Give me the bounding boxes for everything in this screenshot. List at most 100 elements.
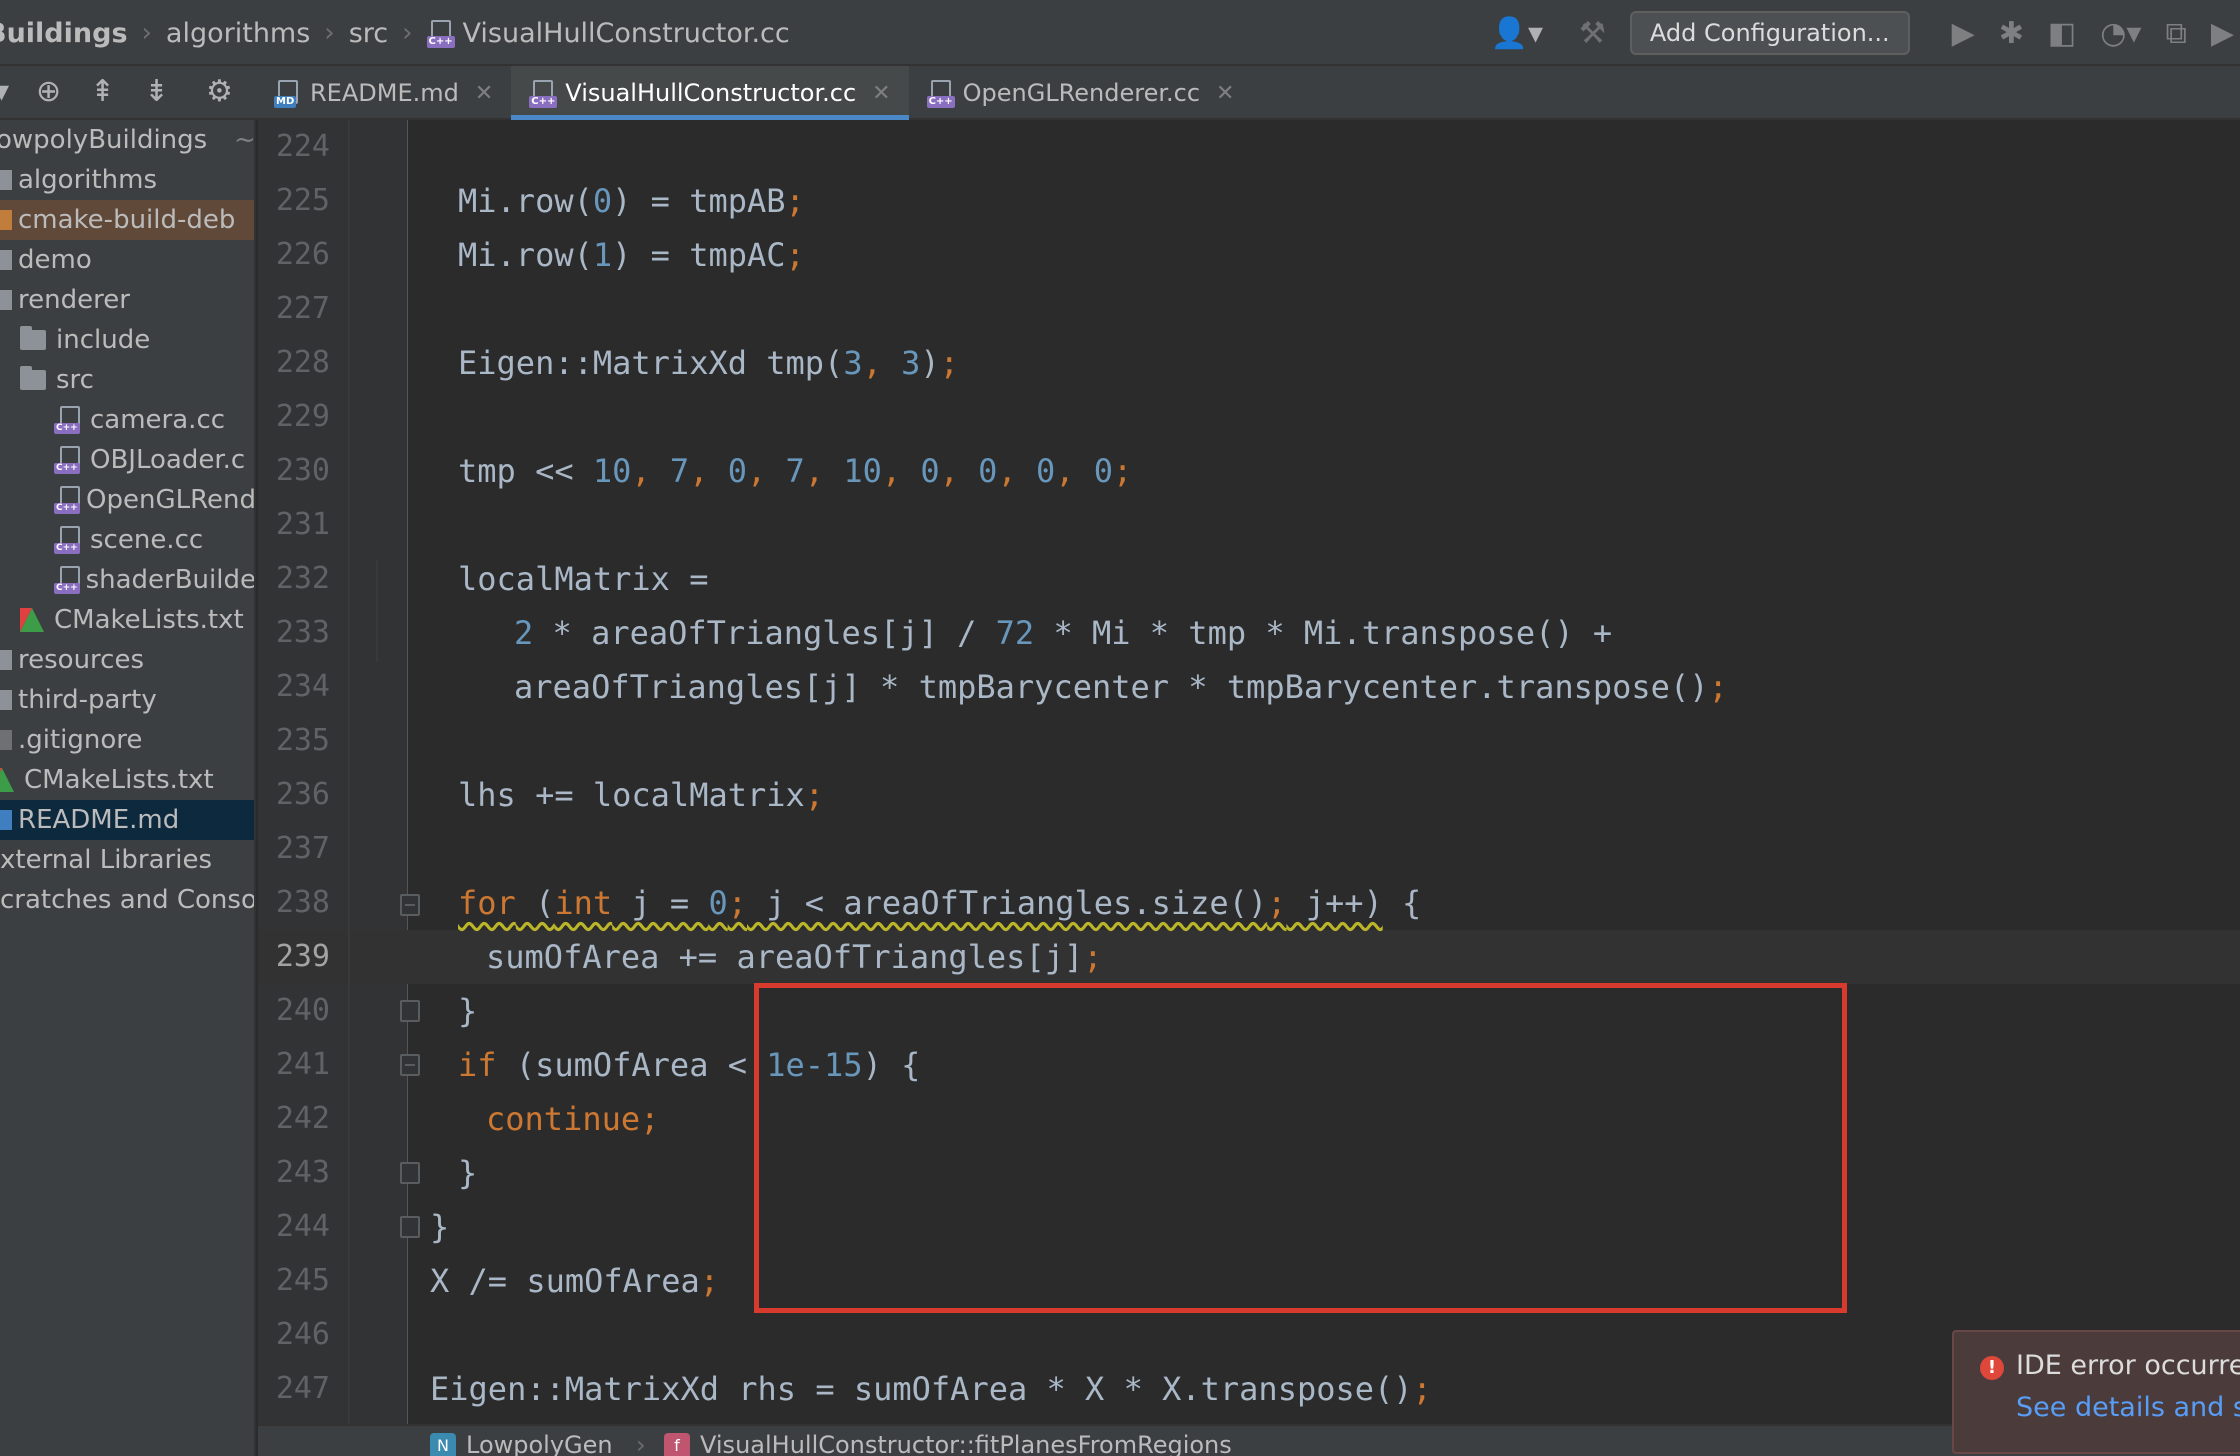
tab-label: OpenGLRenderer.cc (962, 79, 1201, 107)
project-tool-strip: ▾ ⊕ ⇞ ⇟ ⚙ (0, 66, 256, 120)
tree-item-src[interactable]: src (0, 360, 254, 400)
code-line[interactable]: tmp << 10, 7, 0, 7, 10, 0, 0, 0, 0; (258, 444, 2240, 498)
close-icon[interactable]: ✕ (475, 81, 493, 106)
add-configuration-button[interactable]: Add Configuration... (1629, 11, 1910, 55)
tab-openglrenderer[interactable]: C++ OpenGLRenderer.cc ✕ (909, 66, 1253, 120)
breadcrumb-project[interactable]: Buildings (0, 18, 128, 49)
breadcrumb-src[interactable]: src (349, 18, 388, 49)
tree-item-objloader[interactable]: C++ OBJLoader.c (0, 440, 254, 480)
code-line-text: localMatrix = (458, 560, 709, 598)
tree-item-label: algorithms (18, 165, 158, 195)
user-icon[interactable]: 👤▾ (1491, 16, 1543, 51)
tree-root-suffix: ~ (234, 125, 256, 155)
profile-icon[interactable]: ◔▾ (2100, 16, 2141, 51)
tree-item-label: CMakeLists.txt (54, 605, 244, 635)
cpp-file-icon: C++ (529, 80, 558, 108)
code-editor[interactable]: 224 225 226 227 228 229 230 231 232 233 … (258, 120, 2240, 1424)
tree-item-shaderbuilder[interactable]: C++ shaderBuilde (0, 560, 254, 600)
excluded-folder-icon (0, 210, 12, 230)
folder-icon (20, 326, 46, 350)
code-line[interactable]: localMatrix = (258, 552, 2240, 606)
editor-tab-row: ▾ ⊕ ⇞ ⇟ ⚙ MD README.md ✕ C++ VisualHullC… (0, 66, 2240, 120)
code-line-text: Mi.row(1) = tmpAC; (458, 236, 805, 274)
tree-item-external-libraries[interactable]: xternal Libraries (0, 840, 254, 880)
breadcrumb-file[interactable]: VisualHullConstructor.cc (463, 18, 790, 49)
run-icon[interactable]: ▶ (1952, 16, 1975, 51)
code-line-text: } (430, 1208, 450, 1246)
code-line[interactable]: areaOfTriangles[j] * tmpBarycenter * tmp… (258, 660, 2240, 714)
tree-item-camera[interactable]: C++ camera.cc (0, 400, 254, 440)
code-line-text: if (sumOfArea < 1e-15) { (458, 1046, 921, 1084)
cpp-file-icon: C++ (54, 406, 82, 434)
markdown-file-icon: MD (274, 80, 300, 108)
code-line-text: X /= sumOfArea; (430, 1262, 719, 1300)
tree-item-readme[interactable]: README.md (0, 800, 254, 840)
tree-item-label: OpenGLRend (86, 485, 256, 515)
tree-item-scene[interactable]: C++ scene.cc (0, 520, 254, 560)
code-line[interactable]: X /= sumOfArea; (258, 1254, 2240, 1308)
error-icon: ! (1980, 1356, 2004, 1380)
close-icon[interactable]: ✕ (872, 81, 890, 106)
cpp-file-icon: C++ (54, 526, 82, 554)
breadcrumb-function[interactable]: f VisualHullConstructor::fitPlanesFromReg… (664, 1426, 1232, 1456)
tree-item-cmake-build[interactable]: cmake-build-deb (0, 200, 254, 240)
line-number: 235 (275, 723, 330, 758)
code-line[interactable]: Eigen::MatrixXd tmp(3, 3); (258, 336, 2240, 390)
tree-item-cmakelists-root[interactable]: CMakeLists.txt (0, 760, 254, 800)
code-line-text: tmp << 10, 7, 0, 7, 10, 0, 0, 0, 0; (458, 452, 1133, 490)
build-hammer-icon[interactable]: ⚒ (1579, 16, 1606, 51)
locate-icon[interactable]: ⊕ (36, 74, 61, 109)
stop-icon[interactable]: ⧉ (2166, 16, 2187, 51)
cpp-file-icon: C++ (426, 20, 455, 48)
gear-icon[interactable]: ⚙ (206, 74, 233, 109)
close-icon[interactable]: ✕ (1216, 81, 1234, 106)
coverage-icon[interactable]: ◧ (2048, 16, 2076, 51)
tab-readme[interactable]: MD README.md ✕ (256, 66, 511, 120)
tree-item-algorithms[interactable]: algorithms (0, 160, 254, 200)
see-details-link[interactable]: See details and s (2016, 1392, 2240, 1423)
dropdown-icon[interactable]: ▾ (0, 74, 9, 109)
code-line[interactable]: for (int j = 0; j < areaOfTriangles.size… (258, 876, 2240, 930)
run-alt-icon[interactable]: ▶ (2211, 16, 2234, 51)
folder-icon (20, 366, 46, 390)
code-line[interactable]: Mi.row(0) = tmpAB; (258, 174, 2240, 228)
code-line[interactable]: if (sumOfArea < 1e-15) { (258, 1038, 2240, 1092)
ide-error-notification[interactable]: ! IDE error occurre See details and s (1952, 1330, 2240, 1454)
expand-all-icon[interactable]: ⇞ (90, 74, 115, 109)
code-line[interactable]: continue; (258, 1092, 2240, 1146)
breadcrumb-algorithms[interactable]: algorithms (166, 18, 310, 49)
tree-root[interactable]: owpolyBuildings ~ (0, 120, 256, 160)
debug-icon[interactable]: ✱ (1999, 16, 2024, 51)
code-line[interactable]: Mi.row(1) = tmpAC; (258, 228, 2240, 282)
tree-item-include[interactable]: include (0, 320, 254, 360)
breadcrumb-separator: › (141, 18, 152, 48)
function-label: VisualHullConstructor::fitPlanesFromRegi… (700, 1431, 1232, 1456)
tree-item-renderer[interactable]: renderer (0, 280, 254, 320)
code-line-text: continue; (486, 1100, 660, 1138)
tree-item-label: cratches and Conso (0, 885, 256, 915)
file-icon (0, 730, 12, 750)
code-line[interactable]: } (258, 984, 2240, 1038)
tree-item-scratches[interactable]: cratches and Conso (0, 880, 256, 920)
code-line[interactable]: 2 * areaOfTriangles[j] / 72 * Mi * tmp *… (258, 606, 2240, 660)
folder-icon (0, 250, 12, 270)
tree-item-gitignore[interactable]: .gitignore (0, 720, 254, 760)
tree-item-cmakelists-renderer[interactable]: CMakeLists.txt (0, 600, 254, 640)
tree-root-label: owpolyBuildings (0, 125, 208, 155)
collapse-all-icon[interactable]: ⇟ (144, 74, 169, 109)
tab-visualhullconstructor[interactable]: C++ VisualHullConstructor.cc ✕ (511, 66, 909, 120)
code-line[interactable]: Eigen::MatrixXd rhs = sumOfArea * X * X.… (258, 1362, 2240, 1416)
tree-item-openglrenderer[interactable]: C++ OpenGLRend (0, 480, 256, 520)
code-line[interactable]: lhs += localMatrix; (258, 768, 2240, 822)
code-line-text: } (458, 992, 478, 1030)
cmake-icon (20, 608, 44, 632)
code-line[interactable]: sumOfArea += areaOfTriangles[j]; (258, 930, 2240, 984)
code-line[interactable]: } (258, 1200, 2240, 1254)
tree-item-resources[interactable]: resources (0, 640, 254, 680)
code-line[interactable]: } (258, 1146, 2240, 1200)
breadcrumb-module[interactable]: N LowpolyGen (430, 1426, 613, 1456)
tree-item-demo[interactable]: demo (0, 240, 254, 280)
project-tree: owpolyBuildings ~ algorithms cmake-build… (0, 120, 256, 1456)
tree-item-third-party[interactable]: third-party (0, 680, 254, 720)
tree-item-label: scene.cc (90, 525, 204, 555)
